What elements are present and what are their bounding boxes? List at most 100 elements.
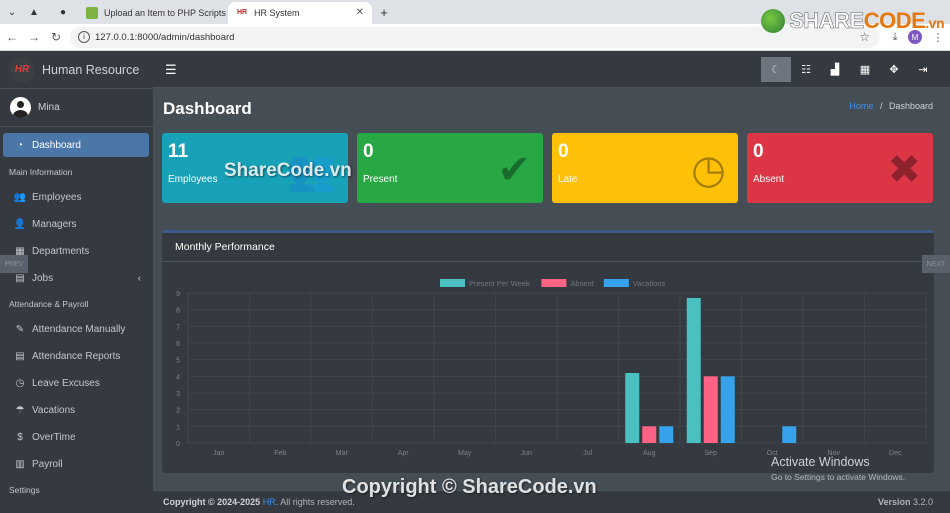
x-tick-label: Feb: [274, 450, 286, 457]
dark-mode-toggle-button[interactable]: ☾: [761, 57, 791, 82]
breadcrumb-home-link[interactable]: Home: [849, 101, 873, 111]
expand-icon: ✥: [889, 64, 899, 76]
breadcrumb: Home / Dashboard: [849, 101, 933, 111]
x-tick-label: Jun: [521, 450, 532, 457]
sharecode-logo: SHARECODE.vn: [761, 8, 944, 34]
sidebar-item-label: Departments: [32, 246, 90, 257]
stat-box-late[interactable]: 0 Late ◷: [552, 133, 738, 203]
stat-label: Employees: [168, 174, 218, 185]
new-tab-button[interactable]: +: [376, 4, 392, 20]
card-title: Monthly Performance: [175, 241, 275, 253]
sidebar-header-settings: Settings: [9, 485, 40, 495]
umbrella-beach-icon: ☂: [15, 405, 25, 416]
tasks-button[interactable]: ☷: [791, 57, 821, 82]
footer-brand-link[interactable]: HR: [263, 497, 276, 507]
sidebar-item-attendance-reports[interactable]: ▤ Attendance Reports: [3, 343, 149, 370]
stat-label: Absent: [753, 174, 785, 185]
file-icon: ▤: [15, 351, 25, 362]
main-content: Dashboard Home / Dashboard 11 Employees …: [153, 88, 950, 513]
stat-label: Present: [363, 174, 398, 185]
x-tick-label: May: [458, 450, 472, 457]
tab-title: Upload an Item to PHP Scripts |: [104, 8, 228, 18]
y-tick-label: 0: [176, 441, 180, 448]
legend-label: Present Per Week: [469, 279, 530, 288]
calendar-button[interactable]: ▦: [850, 57, 880, 82]
dollar-icon: $: [17, 432, 23, 443]
close-icon[interactable]: ✕: [356, 7, 364, 18]
x-tick-label: Apr: [398, 450, 410, 457]
sidebar-header-main: Main Information: [9, 167, 73, 177]
bar: [686, 298, 701, 443]
fullscreen-button[interactable]: ✥: [879, 57, 909, 82]
url-text[interactable]: 127.0.0.1:8000/admin/dashboard: [95, 32, 234, 43]
top-navbar: ☰ ☾ ☷ ▟ ▦ ✥ ⇥: [153, 51, 950, 88]
next-tab[interactable]: NEXT: [922, 255, 950, 273]
windows-activation-notice: Activate Windows Go to Settings to activ…: [771, 455, 906, 482]
stat-box-absent[interactable]: 0 Absent ✖: [747, 133, 933, 203]
moon-icon: ☾: [771, 64, 781, 76]
sidebar-item-employees[interactable]: 👥 Employees: [3, 184, 149, 211]
stat-value: 0: [558, 141, 569, 162]
sidebar-item-label: Leave Excuses: [32, 378, 100, 389]
sidebar-item-label: Attendance Manually: [32, 324, 126, 335]
y-tick-label: 3: [176, 391, 180, 398]
browser-tab-hr[interactable]: HR HR System ✕: [228, 2, 372, 24]
y-tick-label: 2: [176, 408, 180, 415]
bar: [703, 376, 718, 443]
browser-tab-upload[interactable]: Upload an Item to PHP Scripts |: [78, 2, 228, 24]
forward-icon[interactable]: →: [27, 30, 41, 44]
sidebar-item-dashboard[interactable]: ◔ Dashboard: [3, 133, 149, 157]
legend-swatch: [603, 279, 629, 287]
chart-button[interactable]: ▟: [820, 57, 850, 82]
y-tick-label: 7: [176, 324, 180, 331]
stat-value: 0: [363, 141, 374, 162]
times-icon: ✖: [887, 148, 921, 192]
reload-icon[interactable]: ↻: [49, 30, 63, 44]
stat-box-present[interactable]: 0 Present ✔: [357, 133, 543, 203]
x-tick-label: Jul: [583, 450, 592, 457]
x-tick-label: Aug: [643, 450, 656, 457]
breadcrumb-current: Dashboard: [888, 101, 933, 111]
y-tick-label: 1: [176, 424, 180, 431]
site-info-icon[interactable]: i: [78, 31, 90, 43]
clock-icon: ◷: [15, 378, 25, 389]
user-tie-icon: 👤: [13, 219, 27, 230]
prev-tab[interactable]: PREV: [0, 255, 28, 273]
sidebar-menu: ◔ Dashboard Main Information 👥 Employees…: [0, 127, 153, 502]
user-panel[interactable]: Mina: [0, 89, 153, 127]
clock-icon: ◷: [691, 148, 726, 192]
brand-logo: HR: [9, 56, 35, 83]
sidebar-item-managers[interactable]: 👤 Managers: [3, 211, 149, 238]
envato-icon: [86, 7, 98, 19]
monthly-performance-card: Monthly Performance 0 1 2 3 4 5 6 7 8 9 Jan Feb Mar A…: [162, 230, 934, 473]
sidebar-item-attendance-manually[interactable]: ✎ Attendance Manually: [3, 316, 149, 343]
hamburger-menu-icon[interactable]: ☰: [165, 62, 177, 78]
stat-label: Late: [558, 174, 578, 185]
legend-swatch: [541, 279, 567, 287]
sidebar-item-label: Dashboard: [32, 139, 81, 151]
address-bar[interactable]: i 127.0.0.1:8000/admin/dashboard ☆: [70, 27, 880, 48]
back-icon[interactable]: ←: [5, 30, 19, 44]
app-icon[interactable]: ▲: [26, 4, 42, 20]
tasks-icon: ☷: [801, 64, 811, 76]
brand-name: Human Resource: [42, 62, 140, 77]
copyright: Copyright © 2024-2025 HR. All rights res…: [163, 497, 355, 507]
sidebar-item-overtime[interactable]: $ OverTime: [3, 424, 149, 451]
y-tick-label: 5: [176, 358, 180, 365]
logout-button[interactable]: ⇥: [908, 57, 938, 82]
sidebar-item-payroll[interactable]: ▥ Payroll: [3, 451, 149, 478]
sidebar: HR Human Resource Mina ◔ Dashboard Main …: [0, 51, 153, 513]
legend-swatch: [440, 279, 465, 287]
bar: [659, 426, 674, 443]
edit-icon: ✎: [15, 324, 25, 335]
bar: [642, 426, 657, 443]
version: Version 3.2.0: [877, 497, 933, 507]
check-icon: ✔: [497, 148, 531, 192]
tab-list-icon[interactable]: ⌄: [4, 4, 20, 20]
tab-title: HR System: [254, 8, 300, 18]
github-icon[interactable]: ●: [55, 4, 71, 20]
x-tick-label: Mar: [336, 450, 349, 457]
sidebar-item-leave-excuses[interactable]: ◷ Leave Excuses: [3, 370, 149, 397]
sidebar-item-vacations[interactable]: ☂ Vacations: [3, 397, 149, 424]
brand-link[interactable]: HR Human Resource: [0, 51, 153, 89]
